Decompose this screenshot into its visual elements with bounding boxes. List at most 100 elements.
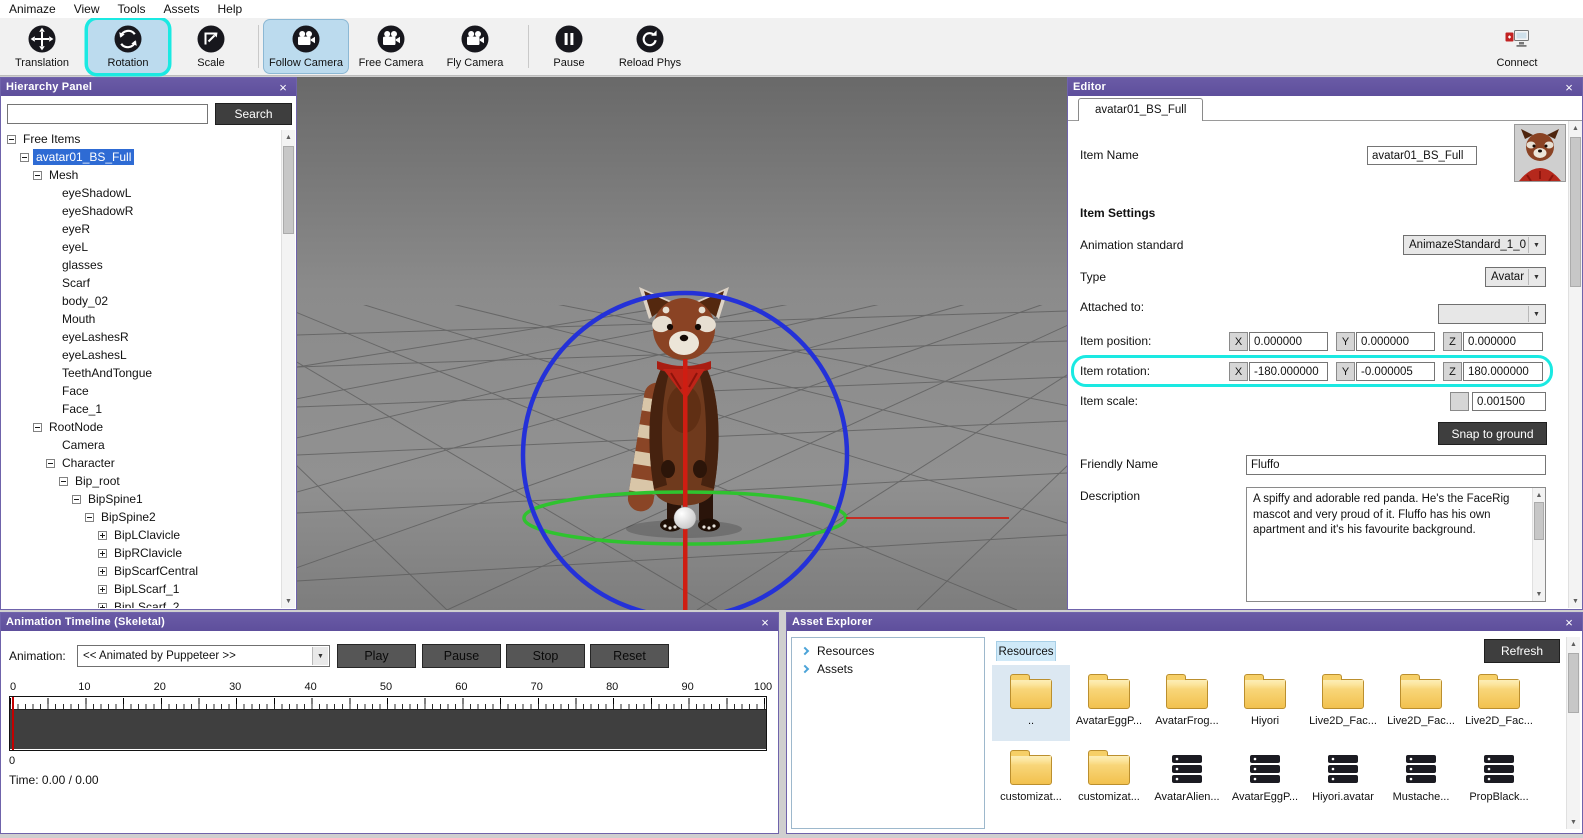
rotation-z-input[interactable] [1463, 362, 1543, 381]
tree-expander-icon[interactable] [98, 548, 107, 558]
tree-item[interactable]: Face_1 [1, 400, 281, 418]
asset-item[interactable]: AvatarEggP... [1226, 741, 1304, 817]
asset-item[interactable]: customizat... [1070, 741, 1148, 817]
scroll-down-icon[interactable]: ▼ [282, 594, 295, 608]
hierarchy-search-input[interactable] [7, 104, 208, 124]
tree-item[interactable]: BipScarfCentral [1, 562, 281, 580]
viewport-3d-scene[interactable] [297, 77, 1067, 610]
scrollbar-thumb[interactable] [283, 146, 294, 234]
tree-item[interactable]: Character [1, 454, 281, 472]
play-button[interactable]: Play [337, 644, 416, 668]
close-icon[interactable]: × [1561, 81, 1577, 94]
asset-item[interactable]: AvatarEggP... [1070, 665, 1148, 741]
scrollbar-thumb[interactable] [1570, 137, 1581, 287]
asset-item[interactable]: PropBlack... [1460, 741, 1538, 817]
tree-item[interactable]: Bip_root [1, 472, 281, 490]
tree-item[interactable]: eyeLashesR [1, 328, 281, 346]
connect-button[interactable]: Connect [1480, 20, 1554, 73]
asset-item[interactable]: Mustache... [1382, 741, 1460, 817]
playhead[interactable] [12, 697, 14, 750]
timeline-track-area[interactable] [10, 710, 766, 749]
close-icon[interactable]: × [757, 616, 773, 629]
item-name-input[interactable] [1367, 146, 1477, 165]
tree-item[interactable]: RootNode [1, 418, 281, 436]
tree-expander-icon[interactable] [98, 566, 107, 576]
tree-item[interactable]: eyeShadowL [1, 184, 281, 202]
scale-input[interactable] [1472, 392, 1546, 411]
resources-tab[interactable]: Resources [996, 641, 1056, 661]
follow-camera-button[interactable]: Follow Camera [264, 20, 348, 73]
pause-button[interactable]: Pause [541, 20, 597, 73]
free-camera-button[interactable]: Free Camera [352, 20, 430, 73]
search-button[interactable]: Search [215, 103, 292, 125]
menu-item[interactable]: Assets [155, 2, 209, 16]
hierarchy-scrollbar[interactable]: ▲ ▼ [281, 130, 295, 608]
asset-item[interactable]: customizat... [992, 741, 1070, 817]
description-scrollbar[interactable]: ▲ ▼ [1532, 488, 1545, 601]
tree-item[interactable]: BipLScarf_1 [1, 580, 281, 598]
position-y-input[interactable] [1356, 332, 1435, 351]
tree-item[interactable]: BipLClavicle [1, 526, 281, 544]
tree-item[interactable]: eyeR [1, 220, 281, 238]
timeline-ruler[interactable]: 0 10 20 30 40 50 60 70 80 90 100 [9, 681, 772, 695]
scroll-down-icon[interactable]: ▼ [1533, 587, 1545, 601]
description-field[interactable]: A spiffy and adorable red panda. He's th… [1246, 487, 1546, 602]
tree-item[interactable]: Camera [1, 436, 281, 454]
animation-select[interactable]: << Animated by Puppeteer >> ▼ [77, 645, 330, 667]
reload-phys-button[interactable]: Reload Phys [608, 20, 692, 73]
scrollbar-thumb[interactable] [1534, 502, 1544, 540]
tree-item[interactable]: body_02 [1, 292, 281, 310]
gizmo-vertical-axis[interactable] [683, 359, 688, 610]
stop-button[interactable]: Stop [506, 644, 585, 668]
menu-item[interactable]: Tools [108, 2, 154, 16]
tree-item[interactable]: avatar01_BS_Full [1, 148, 281, 166]
asset-item[interactable]: .. [992, 665, 1070, 741]
menu-item[interactable]: Animaze [0, 2, 65, 16]
tree-expander-icon[interactable] [98, 584, 107, 594]
scroll-down-icon[interactable]: ▼ [1567, 815, 1580, 829]
tree-item[interactable]: Mesh [1, 166, 281, 184]
fly-camera-button[interactable]: Fly Camera [438, 20, 512, 73]
reset-button[interactable]: Reset [590, 644, 669, 668]
tree-expander-icon[interactable] [98, 602, 107, 608]
rotation-y-input[interactable] [1356, 362, 1435, 381]
tree-item[interactable]: glasses [1, 256, 281, 274]
editor-tab[interactable]: avatar01_BS_Full [1078, 98, 1204, 121]
rotation-x-input[interactable] [1249, 362, 1328, 381]
tree-item[interactable]: Free Items [1, 130, 281, 148]
rotation-tool-button[interactable]: Rotation [88, 20, 168, 73]
scroll-down-icon[interactable]: ▼ [1569, 594, 1582, 608]
close-icon[interactable]: × [1561, 616, 1577, 629]
tree-expander-icon[interactable] [46, 458, 55, 468]
tree-item[interactable]: Face [1, 382, 281, 400]
type-select[interactable]: Avatar ▼ [1485, 267, 1546, 287]
asset-tree-item[interactable]: Assets [792, 660, 984, 678]
pause-button[interactable]: Pause [422, 644, 501, 668]
tree-item[interactable]: Scarf [1, 274, 281, 292]
tree-expander-icon[interactable] [72, 494, 81, 504]
tree-item[interactable]: eyeShadowR [1, 202, 281, 220]
asset-tree-item[interactable]: Resources [792, 642, 984, 660]
tree-expander-icon[interactable] [85, 512, 94, 522]
asset-scrollbar[interactable]: ▲ ▼ [1566, 637, 1580, 829]
asset-item[interactable]: Hiyori [1226, 665, 1304, 741]
menu-item[interactable]: View [65, 2, 109, 16]
snap-to-ground-button[interactable]: Snap to ground [1438, 422, 1547, 445]
gizmo-center-sphere[interactable] [673, 506, 697, 530]
viewport[interactable] [297, 77, 1067, 610]
tree-expander-icon[interactable] [59, 476, 68, 486]
timeline-track[interactable] [9, 696, 767, 751]
tree-item[interactable]: eyeLashesL [1, 346, 281, 364]
scrollbar-thumb[interactable] [1568, 653, 1579, 713]
asset-item[interactable]: Hiyori.avatar [1304, 741, 1382, 817]
asset-item[interactable]: Live2D_Fac... [1304, 665, 1382, 741]
scroll-up-icon[interactable]: ▲ [282, 130, 295, 144]
tree-item[interactable]: Mouth [1, 310, 281, 328]
tree-item[interactable]: BipLScarf_2 [1, 598, 281, 608]
tree-expander-icon[interactable] [20, 152, 29, 162]
tree-expander-icon[interactable] [33, 170, 42, 180]
position-z-input[interactable] [1463, 332, 1543, 351]
tree-item[interactable]: eyeL [1, 238, 281, 256]
tree-expander-icon[interactable] [98, 530, 107, 540]
friendly-name-input[interactable] [1246, 455, 1546, 475]
